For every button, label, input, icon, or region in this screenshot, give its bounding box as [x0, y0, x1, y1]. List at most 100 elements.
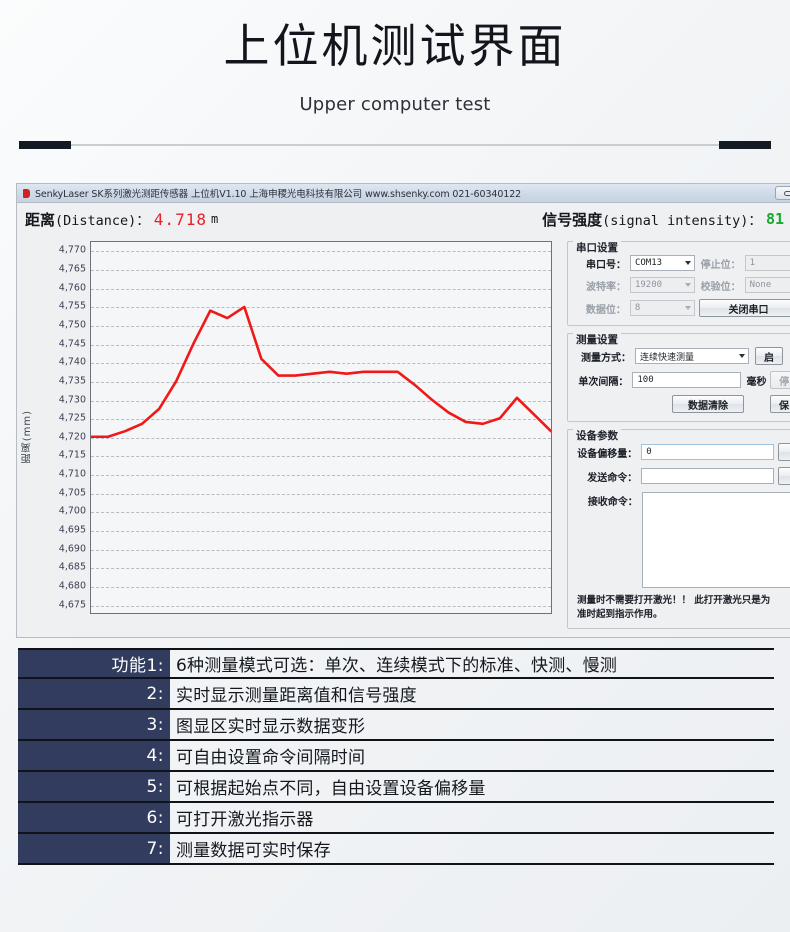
feature-row: 7: 测量数据可实时保存: [18, 834, 774, 865]
parity-label: 校验位：: [700, 281, 741, 293]
feature-text: 可根据起始点不同，自由设置设备偏移量: [176, 779, 486, 799]
stopbit-field[interactable]: 1: [744, 255, 790, 271]
port-value: COM13: [634, 258, 663, 268]
y-axis-tick-label: 4,750: [58, 319, 86, 331]
offset-apply-button[interactable]: [778, 443, 790, 461]
feature-row: 6: 可打开激光指示器: [18, 803, 774, 834]
feature-number: 7:: [18, 834, 170, 863]
measure-mode-select[interactable]: 连续快速测量: [635, 348, 749, 364]
port-select[interactable]: COM13: [629, 255, 696, 271]
feature-text: 6种测量模式可选：单次、连续模式下的标准、快测、慢测: [176, 656, 618, 676]
distance-label-cn: 距离: [25, 210, 56, 229]
feature-number: 2:: [18, 679, 170, 708]
baud-value: 19200: [634, 280, 663, 290]
y-axis-tick-label: 4,695: [58, 524, 86, 536]
baud-label: 波特率：: [585, 281, 626, 293]
feature-text: 图显区实时显示数据变形: [176, 717, 366, 737]
feature-text: 可打开激光指示器: [176, 810, 314, 830]
port-label: 串口号：: [585, 259, 626, 271]
send-command-button[interactable]: [778, 467, 790, 485]
y-axis-tick-label: 4,730: [58, 394, 86, 406]
y-axis-tick-label: 4,680: [58, 580, 86, 592]
databit-value: 8: [634, 303, 641, 313]
y-axis-tick-label: 4,740: [58, 356, 86, 368]
feature-row: 功能1: 6种测量模式可选：单次、连续模式下的标准、快测、慢测: [18, 648, 774, 679]
y-axis-tick-label: 4,715: [58, 449, 86, 461]
save-data-button[interactable]: 保: [770, 395, 790, 413]
stopbit-label: 停止位：: [700, 259, 741, 271]
databit-label: 数据位：: [585, 304, 626, 316]
y-axis-tick-label: 4,685: [58, 561, 86, 573]
app-logo-icon: [23, 188, 30, 198]
feature-list: 功能1: 6种测量模式可选：单次、连续模式下的标准、快测、慢测 2: 实时显示测量距离…: [18, 648, 774, 865]
feature-text: 可自由设置命令间隔时间: [176, 748, 366, 768]
window-titlebar: SenkyLaser SK系列激光测距传感器 上位机V1.10 上海申稷光电科技…: [17, 184, 790, 203]
start-measure-button[interactable]: 启: [755, 347, 783, 365]
recv-command-output[interactable]: [641, 492, 790, 588]
chevron-down-icon: [685, 261, 692, 265]
distance-trend-line: [91, 305, 551, 439]
y-axis-tick-label: 4,735: [58, 375, 86, 387]
y-axis-tick-label: 4,770: [58, 244, 86, 256]
y-axis-ticks: 4,770 4,765 4,760 4,755 4,750 4,745 4,740 4,735…: [33, 241, 88, 614]
y-axis-tick-label: 4,720: [58, 431, 86, 443]
chevron-down-icon: [685, 283, 692, 287]
offset-label: 设备偏移量：: [577, 448, 638, 460]
page-title: 上位机测试界面: [223, 19, 567, 73]
divider-cap-left: [19, 140, 71, 149]
plot-area[interactable]: [90, 241, 552, 614]
interval-input[interactable]: 100: [632, 372, 742, 388]
measure-group-title: 测量设置: [573, 332, 621, 347]
y-axis-tick-label: 4,760: [58, 282, 86, 294]
feature-text: 实时显示测量距离值和信号强度: [176, 686, 417, 706]
page-header: 上位机测试界面 Upper computer test: [0, 0, 790, 115]
y-axis-tick-label: 4,745: [58, 338, 86, 350]
measurement-readout: 距离 (Distance)： 4.718 m 信号强度 (signal inte…: [17, 203, 790, 235]
send-command-label: 发送命令：: [587, 472, 638, 484]
distance-value: 4.718: [153, 209, 207, 229]
window-body: 距离(mm) 4,770 4,765 4,760 4,755 4,750 4,745 4,7…: [17, 235, 790, 637]
measure-settings-group: 测量设置 测量方式： 连续快速测量 启 单次间隔： 100 毫秒 停 数据清除 …: [567, 332, 790, 422]
feature-number: 功能1:: [18, 650, 170, 677]
interval-label: 单次间隔：: [578, 376, 629, 388]
feature-row: 5: 可根据起始点不同，自由设置设备偏移量: [18, 772, 774, 803]
offset-input[interactable]: 0: [641, 444, 774, 460]
send-command-input[interactable]: [641, 468, 774, 484]
y-axis-tick-label: 4,675: [58, 599, 86, 611]
mode-value: 连续快速测量: [640, 352, 695, 363]
window-title: SenkyLaser SK系列激光测距传感器 上位机V1.10 上海申稷光电科技…: [35, 189, 522, 200]
mode-label: 测量方式：: [581, 352, 631, 364]
restore-window-button[interactable]: [775, 186, 790, 200]
page-subtitle: Upper computer test: [299, 93, 491, 115]
divider-cap-right: [719, 140, 771, 149]
stop-measure-button[interactable]: 停: [770, 371, 790, 389]
feature-number: 5:: [18, 772, 170, 801]
feature-text: 测量数据可实时保存: [176, 841, 331, 861]
settings-panel: 串口设置 串口号： COM13 停止位： 1 波特率： 19200 校验位： N…: [561, 235, 790, 637]
feature-number: 4:: [18, 741, 170, 770]
databit-select[interactable]: 8: [629, 300, 696, 316]
y-axis-tick-label: 4,765: [58, 263, 86, 275]
header-divider: [19, 140, 771, 149]
chevron-down-icon: [685, 306, 692, 310]
signal-label-en: (signal intensity)：: [602, 213, 762, 229]
serial-group-title: 串口设置: [573, 240, 621, 255]
y-axis-tick-label: 4,725: [58, 412, 86, 424]
laser-note-line1: 测量时不需要打开激光！！ 此打开激光只是为: [577, 595, 771, 606]
feature-row: 2: 实时显示测量距离值和信号强度: [18, 679, 774, 710]
laser-note: 测量时不需要打开激光！！ 此打开激光只是为 准时起到指示作用。: [575, 594, 790, 622]
y-axis-tick-label: 4,710: [58, 468, 86, 480]
device-params-group: 设备参数 设备偏移量： 0 发送命令： 接收命令： 测量时不需要打开激光！！ 此…: [567, 428, 790, 629]
y-axis-tick-label: 4,705: [58, 487, 86, 499]
feature-number: 6:: [18, 803, 170, 832]
parity-field[interactable]: None: [744, 277, 790, 293]
laser-note-line2: 准时起到指示作用。: [577, 608, 663, 620]
serial-settings-group: 串口设置 串口号： COM13 停止位： 1 波特率： 19200 校验位： N…: [567, 240, 790, 326]
y-axis-tick-label: 4,755: [58, 300, 86, 312]
signal-label-cn: 信号强度: [542, 210, 603, 229]
device-group-title: 设备参数: [573, 428, 621, 443]
baud-select[interactable]: 19200: [629, 277, 696, 293]
divider-line: [19, 143, 771, 146]
close-port-button[interactable]: 关闭串口: [699, 299, 790, 317]
clear-data-button[interactable]: 数据清除: [672, 395, 744, 413]
